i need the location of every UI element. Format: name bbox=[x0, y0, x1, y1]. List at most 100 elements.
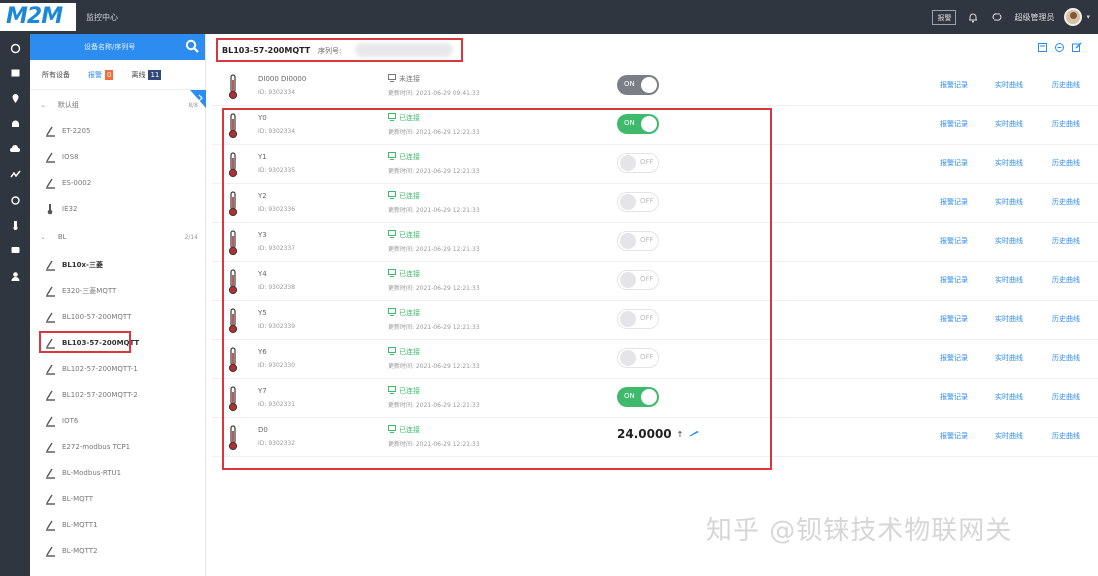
gauge-icon bbox=[44, 259, 56, 271]
device-header: BL103-57-200MQTT 序列号: bbox=[216, 38, 463, 62]
realtime-curve-link[interactable]: 实时曲线 bbox=[995, 275, 1023, 285]
history-curve-link[interactable]: 历史曲线 bbox=[1052, 392, 1080, 402]
tree-group[interactable]: ⌄ BL 2/14 bbox=[30, 224, 206, 250]
tree-item[interactable]: BL-Modbus-RTU1 bbox=[30, 460, 206, 486]
alarm-icon[interactable] bbox=[9, 118, 21, 130]
history-curve-link[interactable]: 历史曲线 bbox=[1052, 197, 1080, 207]
sensor-icon bbox=[44, 203, 56, 215]
tree-item[interactable]: IE32 bbox=[30, 196, 206, 222]
tree-item[interactable]: ES-0002 bbox=[30, 170, 206, 196]
gauge-icon bbox=[44, 389, 56, 401]
group-count: 2/14 bbox=[184, 233, 198, 241]
update-time: 更新时间: 2021-06-29 09:41:33 bbox=[388, 90, 480, 97]
page-title: BL103-57-200MQTT bbox=[222, 46, 311, 55]
tree-item[interactable]: BL102-57-200MQTT-2 bbox=[30, 382, 206, 408]
tree-item[interactable]: E320-三菱MQTT bbox=[30, 278, 206, 304]
chevron-down-icon[interactable]: ⌄ bbox=[40, 233, 46, 241]
monitor-icon[interactable] bbox=[9, 67, 21, 79]
tab-offline[interactable]: 离线 11 bbox=[131, 69, 162, 80]
alarm-record-link[interactable]: 报警记录 bbox=[940, 119, 968, 129]
realtime-curve-link[interactable]: 实时曲线 bbox=[995, 431, 1023, 441]
point-id: ID: 9302334 bbox=[258, 89, 296, 96]
tree-item-label: BL102-57-200MQTT-1 bbox=[62, 365, 138, 373]
alarm-record-link[interactable]: 报警记录 bbox=[940, 431, 968, 441]
refresh-icon[interactable] bbox=[990, 10, 1004, 24]
realtime-curve-link[interactable]: 实时曲线 bbox=[995, 392, 1023, 402]
history-curve-link[interactable]: 历史曲线 bbox=[1052, 158, 1080, 168]
bell-icon[interactable] bbox=[966, 10, 980, 24]
gauge-icon bbox=[44, 151, 56, 163]
top-center-title[interactable]: 监控中心 bbox=[86, 12, 118, 23]
tree-item-label: BL10x-三菱 bbox=[62, 261, 103, 269]
chevron-down-icon[interactable]: ▾ bbox=[1086, 13, 1090, 21]
history-curve-link[interactable]: 历史曲线 bbox=[1052, 275, 1080, 285]
tree-item[interactable]: BL-MQTT1 bbox=[30, 512, 206, 538]
realtime-curve-link[interactable]: 实时曲线 bbox=[995, 314, 1023, 324]
tree-item[interactable]: IOT6 bbox=[30, 408, 206, 434]
realtime-curve-link[interactable]: 实时曲线 bbox=[995, 119, 1023, 129]
user-name[interactable]: 超级管理员 bbox=[1014, 12, 1054, 23]
alarm-button[interactable]: 报警 bbox=[932, 9, 957, 25]
alarm-count-badge: 0 bbox=[105, 69, 114, 80]
gauge-icon bbox=[44, 467, 56, 479]
tree-item[interactable]: E272-modbus TCP1 bbox=[30, 434, 206, 460]
device-search-bar: 设备名称/序列号 bbox=[30, 34, 205, 60]
tab-alarm[interactable]: 报警 0 bbox=[88, 69, 114, 80]
list-view-icon[interactable] bbox=[1054, 42, 1065, 56]
alarm-record-link[interactable]: 报警记录 bbox=[940, 197, 968, 207]
history-curve-link[interactable]: 历史曲线 bbox=[1052, 353, 1080, 363]
alarm-record-link[interactable]: 报警记录 bbox=[940, 353, 968, 363]
realtime-curve-link[interactable]: 实时曲线 bbox=[995, 353, 1023, 363]
alarm-record-link[interactable]: 报警记录 bbox=[940, 275, 968, 285]
tree-item[interactable]: ET-2205 bbox=[30, 118, 206, 144]
alarm-record-link[interactable]: 报警记录 bbox=[940, 80, 968, 90]
tree-item[interactable]: BL102-57-200MQTT-1 bbox=[30, 356, 206, 382]
history-curve-link[interactable]: 历史曲线 bbox=[1052, 119, 1080, 129]
history-curve-link[interactable]: 历史曲线 bbox=[1052, 431, 1080, 441]
search-input[interactable]: 设备名称/序列号 bbox=[84, 42, 135, 52]
chart-icon[interactable] bbox=[9, 168, 21, 180]
history-curve-link[interactable]: 历史曲线 bbox=[1052, 80, 1080, 90]
tree-group[interactable]: ⌄ 默认组 8/8 bbox=[30, 92, 206, 118]
gauge-icon bbox=[44, 125, 56, 137]
user-icon[interactable] bbox=[9, 270, 21, 282]
device-icon[interactable] bbox=[9, 244, 21, 256]
logo[interactable]: M2M bbox=[0, 3, 76, 31]
cloud-icon[interactable] bbox=[9, 143, 21, 155]
alarm-record-link[interactable]: 报警记录 bbox=[940, 392, 968, 402]
tree-item[interactable]: BL-MQTT bbox=[30, 486, 206, 512]
alarm-record-link[interactable]: 报警记录 bbox=[940, 314, 968, 324]
realtime-curve-link[interactable]: 实时曲线 bbox=[995, 197, 1023, 207]
switch-state: ON bbox=[624, 80, 635, 88]
data-point-row: DI000 DI0000 ID: 9302334 未连接 更新时间: 2021-06-… bbox=[212, 68, 1098, 106]
dashboard-icon[interactable] bbox=[9, 42, 21, 54]
chevron-down-icon[interactable]: ⌄ bbox=[40, 101, 46, 109]
tree-item-label: IOT6 bbox=[62, 417, 79, 425]
group-label: 默认组 bbox=[57, 101, 79, 109]
group-label: BL bbox=[57, 233, 67, 241]
alarm-record-link[interactable]: 报警记录 bbox=[940, 236, 968, 246]
switch-toggle[interactable]: ON bbox=[617, 75, 659, 95]
avatar[interactable] bbox=[1064, 8, 1083, 26]
location-icon[interactable] bbox=[9, 92, 21, 104]
realtime-curve-link[interactable]: 实时曲线 bbox=[995, 158, 1023, 168]
save-icon[interactable] bbox=[1037, 42, 1048, 56]
gauge-icon bbox=[44, 415, 56, 427]
tab-all-devices[interactable]: 所有设备 bbox=[42, 70, 70, 80]
nav-rail bbox=[0, 34, 30, 576]
tree-item[interactable]: IOS8 bbox=[30, 144, 206, 170]
tree-item[interactable]: BL100-57-200MQTT bbox=[30, 304, 206, 330]
realtime-curve-link[interactable]: 实时曲线 bbox=[995, 80, 1023, 90]
sensor-icon[interactable] bbox=[9, 219, 21, 231]
point-name: DI000 DI0000 bbox=[258, 75, 307, 83]
realtime-curve-link[interactable]: 实时曲线 bbox=[995, 236, 1023, 246]
edit-icon[interactable] bbox=[1071, 42, 1082, 56]
settings-icon[interactable] bbox=[9, 194, 21, 206]
tree-item[interactable]: BL-MQTT2 bbox=[30, 538, 206, 564]
alarm-record-link[interactable]: 报警记录 bbox=[940, 158, 968, 168]
search-icon[interactable] bbox=[185, 39, 199, 56]
history-curve-link[interactable]: 历史曲线 bbox=[1052, 314, 1080, 324]
tree-item[interactable]: BL10x-三菱 bbox=[30, 252, 206, 278]
top-bar: M2M 监控中心 报警 超级管理员 ▾ bbox=[0, 0, 1098, 34]
history-curve-link[interactable]: 历史曲线 bbox=[1052, 236, 1080, 246]
